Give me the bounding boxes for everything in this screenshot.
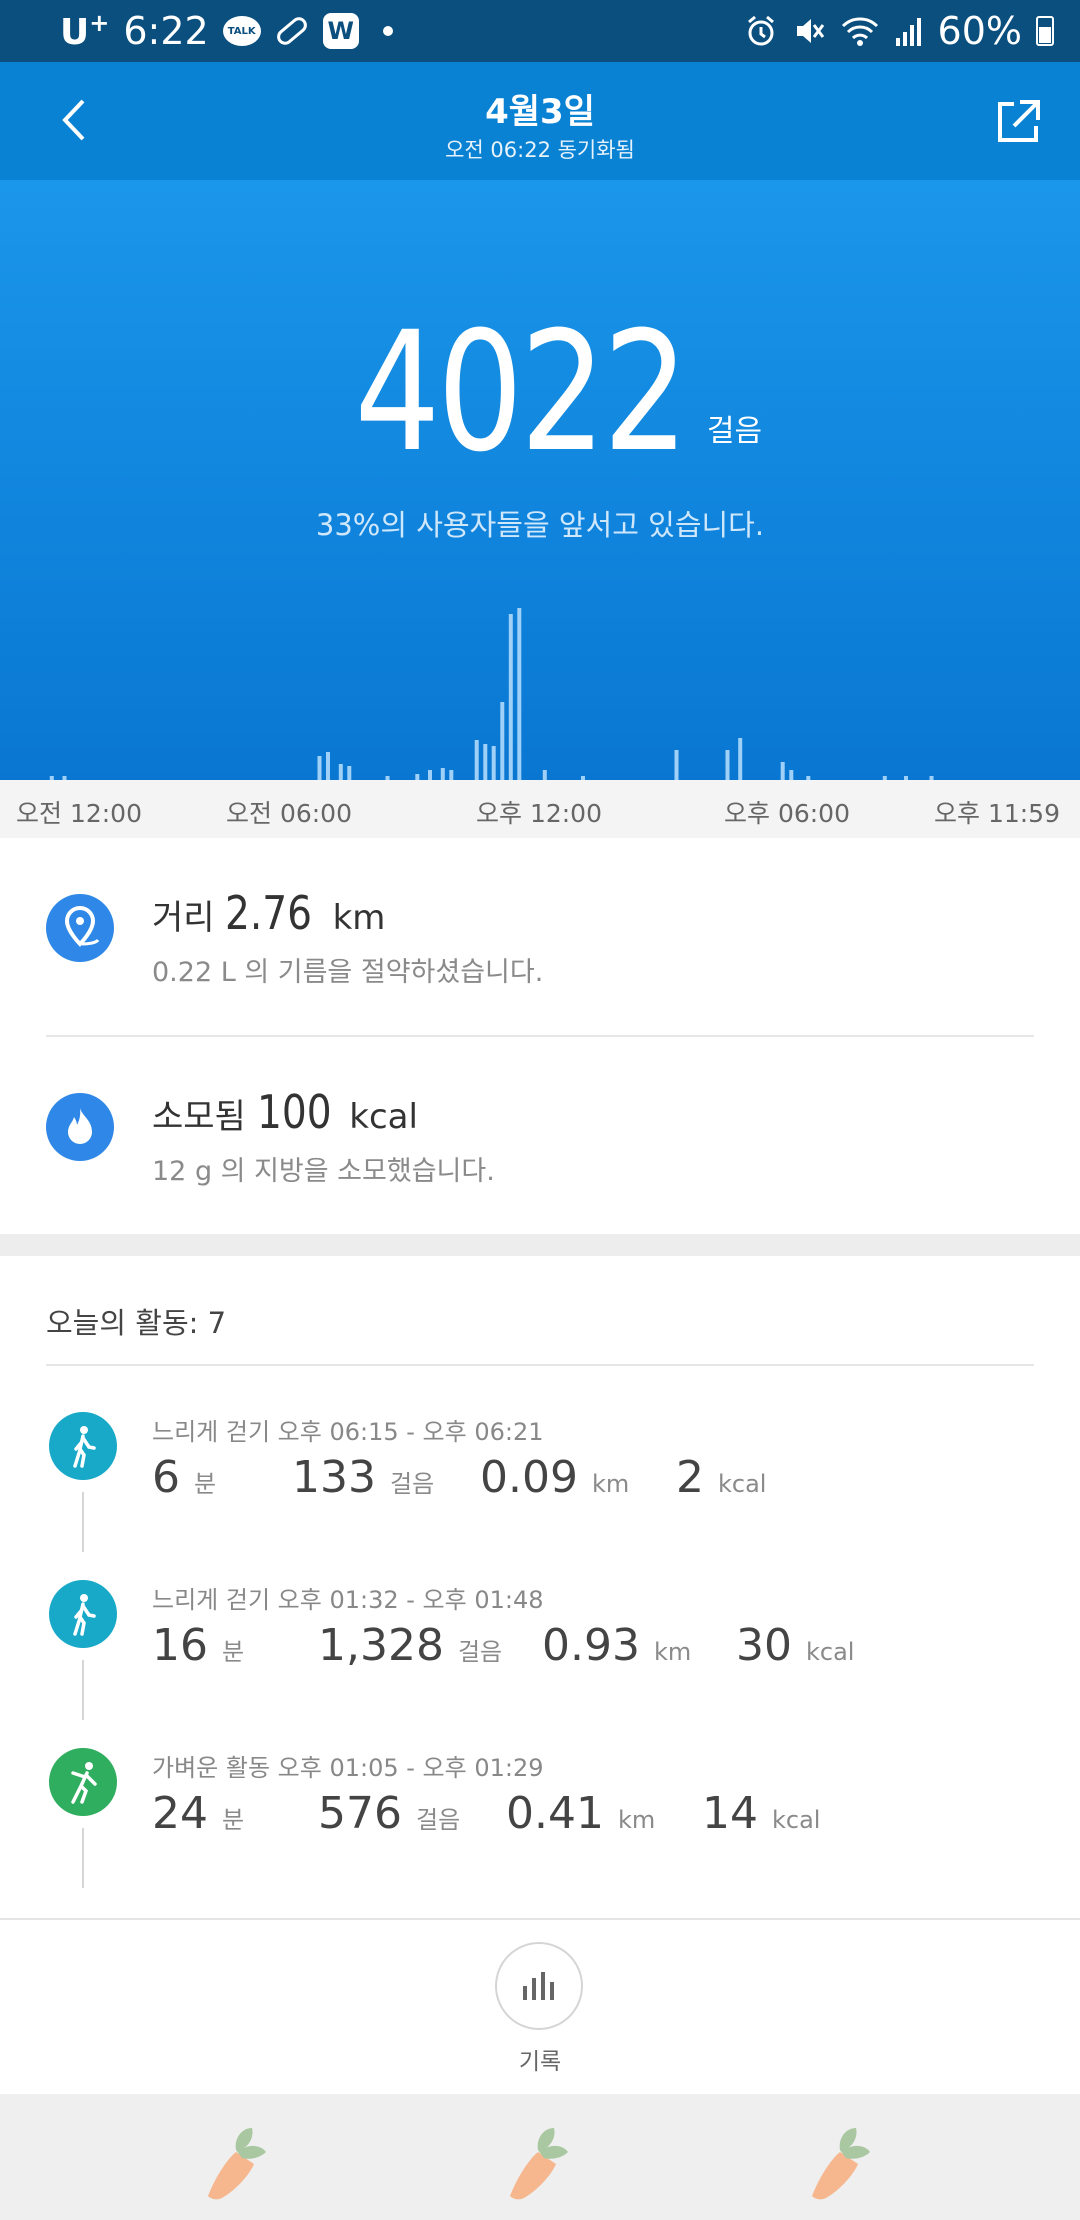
distance-unit: km [332, 898, 386, 938]
chart-bar [317, 756, 322, 780]
activity-km: 0.09 [480, 1452, 578, 1503]
status-bar: U+ 6:22 TALK W 60% [0, 0, 1080, 62]
calories-unit: kcal [349, 1097, 418, 1137]
carrot-icon [510, 2128, 568, 2200]
activity-minutes: 24 [152, 1788, 208, 1839]
chart-bar [483, 744, 488, 780]
chart-bar [449, 770, 454, 780]
carrier-label: U+ [60, 9, 110, 53]
distance-row: 거리 2.76 km 0.22 L 의 기름을 절약하셨습니다. [0, 838, 1080, 1034]
chart-bar [428, 770, 432, 780]
activity-steps: 133 [292, 1452, 376, 1503]
activities-title: 오늘의 활동: 7 [46, 1306, 227, 1340]
activity-kcal: 14 [702, 1788, 758, 1839]
light-activity-icon [49, 1748, 117, 1816]
activity-km: 0.41 [506, 1788, 604, 1839]
activity-header: 느리게 걷기 오후 06:15 - 오후 06:21 [152, 1418, 544, 1446]
x-tick: 오후 11:59 [934, 799, 1060, 828]
distance-label: 거리 [152, 898, 215, 938]
section-gap [0, 1234, 1080, 1256]
kakaotalk-icon: TALK [222, 16, 261, 46]
bottom-bar: 기록 [0, 1918, 1080, 2094]
share-button[interactable] [992, 96, 1044, 148]
carrot-icon [812, 2128, 870, 2200]
chart-bar [500, 702, 505, 780]
step-unit: 걸음 [706, 414, 763, 449]
app-header: 4월3일 오전 06:22 동기화됨 [0, 62, 1080, 180]
carrot-icon [208, 2128, 266, 2200]
x-tick: 오전 06:00 [226, 799, 352, 828]
activity-kcal: 30 [736, 1620, 792, 1671]
activity-steps: 1,328 [318, 1620, 444, 1671]
pill-icon [273, 13, 310, 49]
status-time: 6:22 [123, 9, 209, 53]
page-title: 4월3일 [485, 92, 595, 132]
chart-bar [780, 762, 785, 780]
alarm-icon [747, 15, 774, 46]
w-app-icon: W [322, 13, 359, 49]
activity-item[interactable]: 느리게 걷기 오후 06:15 - 오후 06:21 6분 133 걸음 0.09… [0, 1392, 1080, 1560]
location-pin-icon [46, 894, 114, 962]
activity-header: 가벼운 활동 오후 01:05 - 오후 01:29 [152, 1754, 544, 1782]
activity-item[interactable]: 가벼운 활동 오후 01:05 - 오후 01:29 24 분 576 걸음 0.4… [0, 1728, 1080, 1896]
chart-bar [542, 770, 547, 780]
step-count: 4022 [354, 296, 688, 488]
fat-burned-text: 12 g 의 지방을 소모했습니다. [152, 1156, 495, 1187]
x-tick: 오전 12:00 [16, 799, 142, 828]
chart-bar [347, 766, 352, 780]
chart-bar [474, 740, 479, 780]
walking-icon [49, 1580, 117, 1648]
activity-header: 느리게 걷기 오후 01:32 - 오후 01:48 [152, 1586, 544, 1614]
calories-label: 소모됨 [152, 1097, 246, 1137]
sync-status: 오전 06:22 동기화됨 [445, 138, 635, 162]
divider [46, 1364, 1034, 1366]
notification-dot-icon [382, 26, 393, 36]
battery-percent: 60% [937, 9, 1022, 53]
chart-bar [674, 750, 679, 780]
chart-bar [326, 752, 330, 780]
activity-item[interactable]: 느리게 걷기 오후 01:32 - 오후 01:48 16 분 1,328 걸음 0… [0, 1560, 1080, 1728]
share-icon [998, 100, 1040, 142]
record-label: 기록 [518, 2049, 562, 2075]
distance-value: 2.76 [225, 886, 313, 940]
chart-bar [725, 750, 730, 780]
rank-text: 33%의 사용자들을 앞서고 있습니다. [315, 508, 765, 542]
timeline-line [82, 1828, 84, 1888]
activity-kcal: 2 [676, 1452, 704, 1503]
activity-minutes: 6 [152, 1452, 180, 1503]
fuel-saved-text: 0.22 L 의 기름을 절약하셨습니다. [152, 957, 544, 988]
timeline-line [82, 1492, 84, 1552]
battery-icon [1036, 16, 1054, 46]
activity-minutes: 16 [152, 1620, 208, 1671]
x-tick: 오후 06:00 [724, 799, 850, 828]
chart-bar [338, 764, 343, 780]
calories-value: 100 [256, 1085, 332, 1139]
signal-icon [895, 18, 921, 46]
bar-chart-icon [523, 1972, 554, 2000]
hourly-steps-chart [49, 608, 934, 780]
record-button[interactable] [495, 1942, 583, 2030]
steps-hero: 4022 걸음 33%의 사용자들을 앞서고 있습니다. [0, 180, 1080, 780]
time-axis: 오전 12:00 오전 06:00 오후 12:00 오후 06:00 오후 1… [0, 780, 1080, 838]
walking-icon [49, 1412, 117, 1480]
flame-icon [46, 1093, 114, 1161]
chart-bar [738, 738, 743, 780]
x-tick: 오후 12:00 [476, 799, 602, 828]
calories-row: 소모됨 100 kcal 12 g 의 지방을 소모했습니다. [0, 1037, 1080, 1233]
chart-bar [789, 770, 794, 780]
chart-bar [517, 608, 522, 780]
activity-steps: 576 [318, 1788, 402, 1839]
chart-bar [508, 614, 513, 780]
decoration-strip [0, 2094, 1080, 2220]
activity-km: 0.93 [542, 1620, 640, 1671]
chart-bar [440, 768, 445, 780]
timeline-line [82, 1660, 84, 1720]
wifi-icon [841, 17, 878, 46]
activities-count: 7 [207, 1306, 227, 1340]
chart-bar [491, 746, 496, 780]
mute-icon [796, 19, 824, 43]
